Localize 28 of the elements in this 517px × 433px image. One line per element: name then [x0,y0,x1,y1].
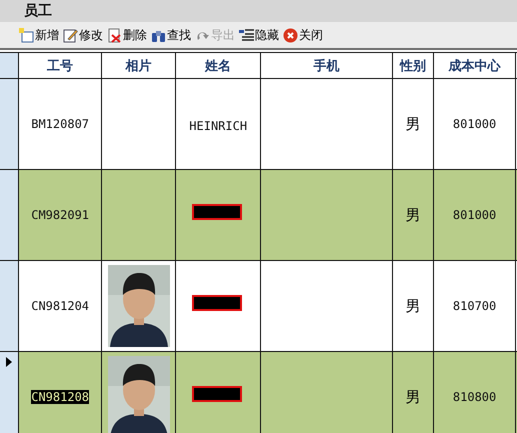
table-cell: CN981208 [31,390,90,404]
toolbar-button[interactable]: 删除 [106,26,148,44]
table-cell: 男 [405,296,420,314]
table-cell: 810800 [452,390,496,404]
table-cell: 801000 [452,208,496,222]
table-cell: HEINRICH [189,118,248,132]
table-cell: 男 [405,388,420,406]
new-document-icon [19,28,34,42]
table-cell: 801000 [452,117,496,131]
column-header[interactable]: 姓名 [205,58,232,74]
toolbar-button[interactable]: 新增 [18,26,60,44]
window-title: 员工 [24,2,52,20]
delete-icon [107,28,122,42]
column-header[interactable]: 工号 [47,58,74,74]
table-cell: BM120807 [31,117,90,131]
pencil-icon [63,28,78,42]
column-header[interactable]: 手机 [314,58,340,74]
toolbar-button[interactable]: 查找 [150,26,192,44]
table-cell: CM982091 [31,208,90,222]
toolbar-button[interactable]: 修改 [62,26,104,44]
list-icon [239,28,254,42]
close-icon [283,28,298,42]
toolbar-button[interactable]: 关闭 [282,26,324,44]
table-cell: 810700 [452,299,496,313]
toolbar-button[interactable]: 隐藏 [238,26,280,44]
table-cell: CN981204 [31,299,90,313]
table-cell: 男 [405,114,420,132]
table-cell: 男 [405,206,420,224]
